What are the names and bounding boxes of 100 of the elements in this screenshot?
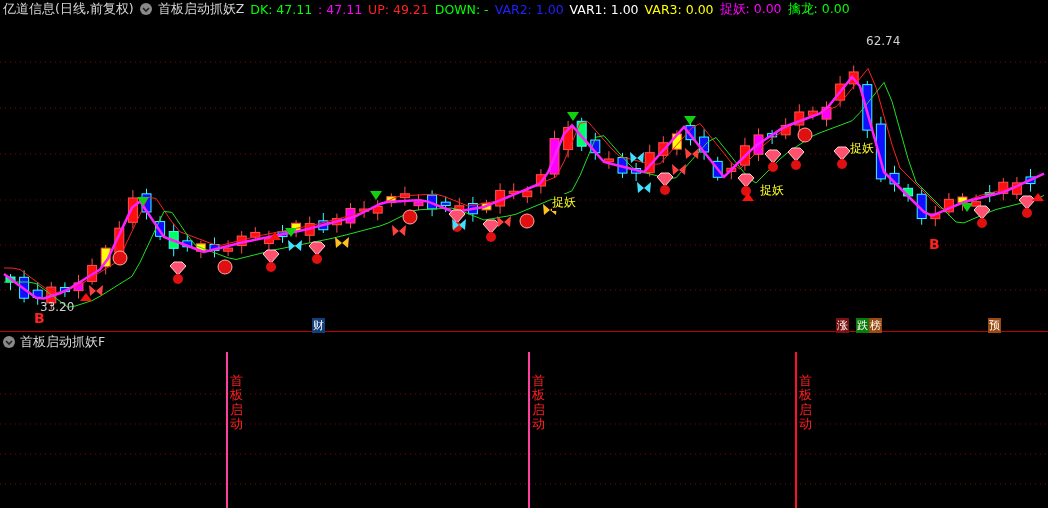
candlestick xyxy=(603,150,614,170)
butterfly-icon xyxy=(685,148,699,159)
gem-icon xyxy=(482,219,500,242)
butterfly-icon xyxy=(637,182,651,193)
butterfly-icon xyxy=(630,152,644,163)
candlestick xyxy=(386,192,397,208)
gem-icon xyxy=(308,241,326,264)
signal-tag: 捉妖 xyxy=(850,140,874,157)
indicator-value: DK: 47.11 xyxy=(250,1,313,17)
candlestick xyxy=(726,162,737,180)
candlestick xyxy=(19,269,30,304)
candlestick xyxy=(671,129,682,156)
down-arrow-icon xyxy=(370,191,382,200)
coin-icon xyxy=(217,259,233,275)
candlestick xyxy=(195,240,206,259)
candlestick xyxy=(1025,168,1036,193)
candlestick xyxy=(903,183,914,203)
down-arrow-icon xyxy=(285,228,297,237)
candlestick xyxy=(345,202,356,229)
coin-icon xyxy=(797,127,813,143)
candlestick xyxy=(563,120,574,158)
event-marker: 跌 xyxy=(856,318,869,333)
down-arrow-icon xyxy=(684,116,696,125)
indicator-value: : 47.11 xyxy=(318,1,363,17)
candlestick xyxy=(5,273,16,291)
candlestick xyxy=(467,196,478,223)
candlestick xyxy=(413,193,424,211)
gem-icon xyxy=(1018,195,1036,218)
signal-letter: B xyxy=(929,236,940,252)
candlestick xyxy=(535,168,546,195)
up-triangle-icon xyxy=(269,232,281,240)
down-arrow-icon xyxy=(961,203,973,212)
candlestick xyxy=(168,223,179,257)
candlestick xyxy=(930,205,941,227)
candlestick xyxy=(440,196,451,213)
candlestick xyxy=(835,75,846,108)
butterfly-icon xyxy=(335,237,349,248)
candlestick xyxy=(399,186,410,207)
dropdown-icon[interactable] xyxy=(3,336,15,348)
gem-icon xyxy=(262,249,280,272)
gem-icon xyxy=(787,147,805,170)
indicator-value: VAR1: 1.00 xyxy=(569,1,639,17)
signal-text: 首板启动 xyxy=(230,374,243,432)
dropdown-icon[interactable] xyxy=(139,3,152,15)
candlestick xyxy=(889,165,900,193)
butterfly-icon xyxy=(452,219,466,230)
candlestick xyxy=(331,213,342,234)
coin-icon xyxy=(112,250,128,266)
candlestick xyxy=(753,127,764,162)
gem-icon xyxy=(973,205,991,228)
candlestick xyxy=(998,177,1009,201)
butterfly-icon xyxy=(392,225,406,236)
indicator-value: UP: 49.21 xyxy=(368,1,429,17)
up-triangle-icon xyxy=(1032,193,1044,201)
event-marker: 涨 xyxy=(836,318,849,333)
event-marker: 财 xyxy=(312,318,325,333)
candlestick xyxy=(739,137,750,171)
candlestick xyxy=(1011,176,1022,200)
gem-icon xyxy=(448,209,466,232)
gem-icon xyxy=(764,149,782,172)
candlestick xyxy=(32,281,43,306)
candlestick xyxy=(481,199,492,214)
indicator-value: DOWN: - xyxy=(434,1,489,17)
butterfly-icon xyxy=(672,164,686,175)
butterfly-icon xyxy=(89,285,103,296)
candlestick xyxy=(780,117,791,140)
indicator-value: 捉妖: 0.00 xyxy=(719,0,782,18)
candlestick xyxy=(875,116,886,183)
candlestick xyxy=(495,182,506,215)
candlestick xyxy=(73,274,84,300)
candlestick xyxy=(848,65,859,90)
candlestick xyxy=(223,239,234,257)
candlestick xyxy=(522,185,533,204)
stock-title: 亿道信息(日线,前复权) xyxy=(3,0,134,18)
gem-icon xyxy=(737,173,755,196)
candlestick xyxy=(862,80,873,139)
signal-text: 首板启动 xyxy=(532,374,545,432)
candlestick xyxy=(359,200,370,219)
candlestick xyxy=(576,117,587,152)
candlestick xyxy=(712,156,723,182)
candlestick xyxy=(644,144,655,177)
coin-icon xyxy=(402,209,418,225)
event-marker: 榜 xyxy=(869,318,882,333)
signal-tag: 捉妖 xyxy=(552,194,576,211)
candlestick xyxy=(699,128,710,161)
butterfly-icon xyxy=(288,240,302,251)
candlestick xyxy=(984,184,995,203)
indicator-value: VAR3: 0.00 xyxy=(644,1,714,17)
candlestick xyxy=(549,130,560,179)
candlestick xyxy=(943,192,954,217)
candlestick xyxy=(617,152,628,179)
up-triangle-icon xyxy=(742,193,754,201)
indicator-value: 擒龙: 0.00 xyxy=(787,0,850,18)
candlestick xyxy=(318,212,329,234)
indicator-name: 首板启动抓妖Z xyxy=(157,0,245,18)
event-marker: 预 xyxy=(988,318,1001,333)
candlestick xyxy=(304,216,315,244)
candlestick xyxy=(59,281,70,298)
coin-icon xyxy=(519,213,535,229)
gem-icon xyxy=(833,146,851,169)
